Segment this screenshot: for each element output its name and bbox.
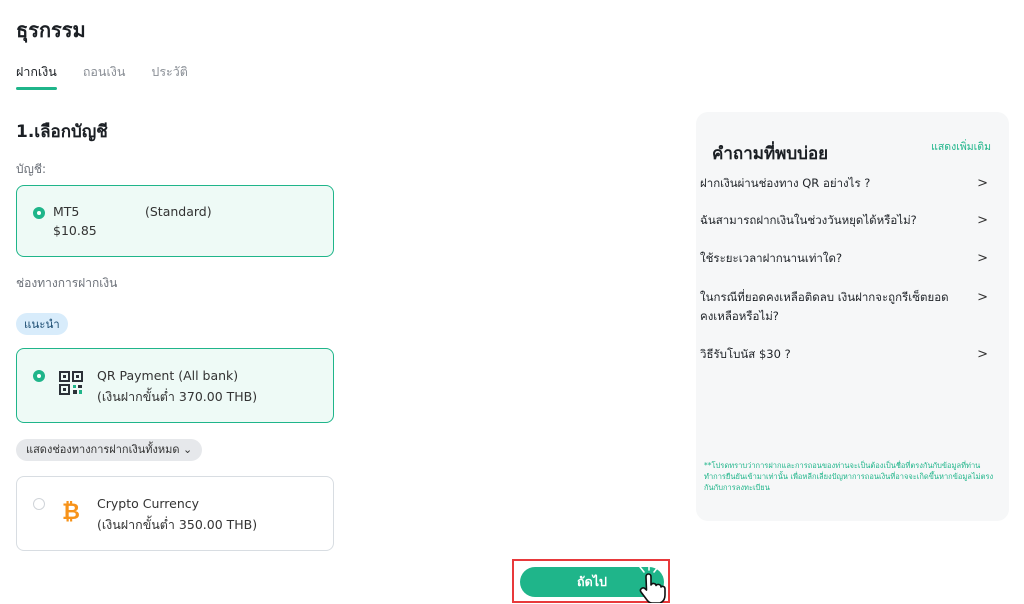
faq-panel: คำถามที่พบบ่อย แสดงเพิ่มเติม ฝากเงินผ่าน… bbox=[696, 112, 1009, 521]
account-radio[interactable] bbox=[33, 207, 45, 219]
method-min-deposit-crypto: (เงินฝากขั้นต่ำ 350.00 THB) bbox=[97, 517, 258, 532]
section-title-select-account: 1.เลือกบัญชี bbox=[16, 122, 108, 142]
tab-history[interactable]: ประวัติ bbox=[151, 60, 188, 90]
faq-question: ในกรณีที่ยอดคงเหลือติดลบ เงินฝากจะถูกรีเ… bbox=[700, 290, 949, 323]
qr-code-icon bbox=[59, 371, 83, 395]
account-card[interactable]: MT5 (Standard) $10.85 bbox=[16, 185, 334, 257]
faq-question: วิธีรับโบนัส $30 ? bbox=[700, 347, 791, 361]
account-balance: $10.85 bbox=[53, 223, 97, 238]
chevron-right-icon: > bbox=[977, 213, 988, 228]
svg-text:₿: ₿ bbox=[62, 500, 80, 523]
account-label: บัญชี: bbox=[16, 162, 47, 176]
chevron-right-icon: > bbox=[977, 176, 988, 191]
tab-deposit[interactable]: ฝากเงิน bbox=[16, 60, 57, 90]
method-title-qr: QR Payment (All bank) bbox=[97, 368, 239, 383]
method-title-crypto: Crypto Currency bbox=[97, 496, 200, 511]
faq-question: ฉันสามารถฝากเงินในช่วงวันหยุดได้หรือไม่? bbox=[700, 213, 917, 227]
faq-question: ใช้ระยะเวลาฝากนานเท่าใด? bbox=[700, 251, 843, 265]
chevron-right-icon: > bbox=[977, 251, 988, 266]
method-radio-crypto[interactable] bbox=[33, 498, 45, 510]
account-name: MT5 bbox=[53, 204, 80, 219]
faq-disclaimer-note: **โปรดทราบว่าการฝากและการถอนของท่านจะเป็… bbox=[704, 461, 994, 492]
hand-pointer-icon bbox=[639, 565, 666, 603]
method-card-crypto[interactable]: ₿ Crypto Currency (เงินฝากขั้นต่ำ 350.00… bbox=[16, 476, 334, 551]
tab-withdraw[interactable]: ถอนเงิน bbox=[83, 60, 126, 90]
method-min-deposit-qr: (เงินฝากขั้นต่ำ 370.00 THB) bbox=[97, 389, 258, 404]
deposit-channel-label: ช่องทางการฝากเงิน bbox=[16, 276, 118, 290]
faq-title: คำถามที่พบบ่อย bbox=[712, 144, 829, 164]
faq-show-more-link[interactable]: แสดงเพิ่มเติม bbox=[931, 138, 991, 155]
account-type: (Standard) bbox=[145, 204, 212, 219]
method-radio-qr[interactable] bbox=[33, 370, 45, 382]
recommended-badge: แนะนำ bbox=[16, 313, 68, 335]
tab-bar: ฝากเงิน ถอนเงิน ประวัติ bbox=[16, 60, 188, 94]
next-button-highlight: ถัดไป bbox=[512, 559, 670, 603]
faq-question: ฝากเงินผ่านช่องทาง QR อย่างไร ? bbox=[700, 176, 871, 190]
chevron-right-icon: > bbox=[977, 347, 988, 362]
bitcoin-icon: ₿ bbox=[62, 500, 80, 523]
chevron-right-icon: > bbox=[977, 290, 988, 305]
show-all-channels-button[interactable]: แสดงช่องทางการฝากเงินทั้งหมด ⌄ bbox=[16, 439, 203, 461]
page-title: ธุรกรรม bbox=[16, 18, 86, 42]
method-card-qr[interactable]: QR Payment (All bank) (เงินฝากขั้นต่ำ 37… bbox=[16, 348, 334, 423]
